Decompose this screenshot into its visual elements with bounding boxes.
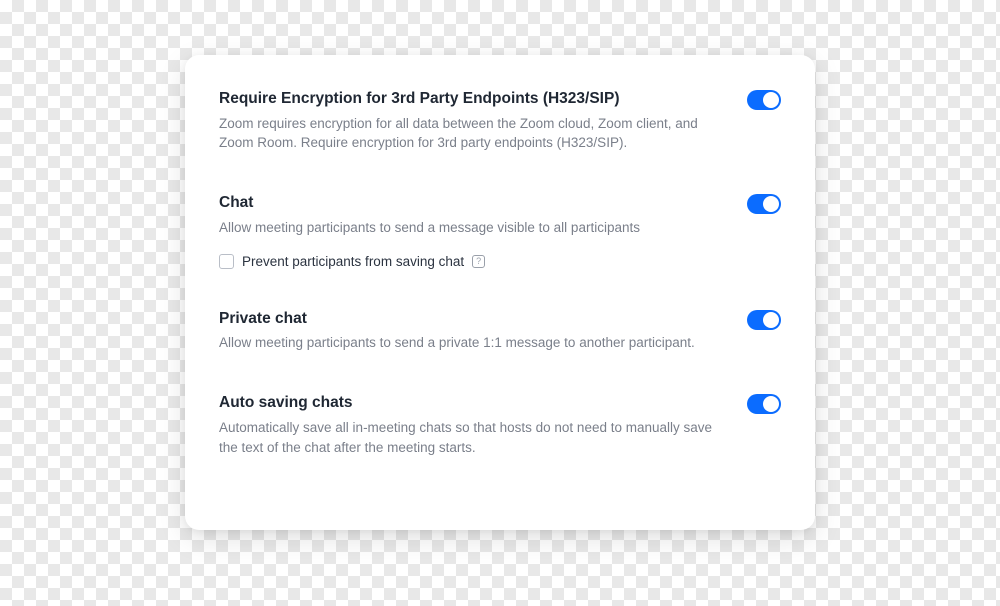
private-chat-toggle[interactable] bbox=[747, 310, 781, 330]
toggle-knob bbox=[763, 312, 779, 328]
setting-description: Automatically save all in-meeting chats … bbox=[219, 418, 717, 457]
setting-chat: Chat Allow meeting participants to send … bbox=[219, 193, 781, 268]
setting-encryption: Require Encryption for 3rd Party Endpoin… bbox=[219, 89, 781, 153]
setting-body: Chat Allow meeting participants to send … bbox=[219, 193, 747, 268]
toggle-knob bbox=[763, 92, 779, 108]
prevent-save-option: Prevent participants from saving chat ? bbox=[219, 254, 717, 269]
setting-private-chat: Private chat Allow meeting participants … bbox=[219, 309, 781, 353]
setting-description: Allow meeting participants to send a mes… bbox=[219, 218, 717, 238]
setting-title: Chat bbox=[219, 193, 717, 214]
setting-title: Private chat bbox=[219, 309, 717, 330]
prevent-save-checkbox[interactable] bbox=[219, 254, 234, 269]
setting-body: Private chat Allow meeting participants … bbox=[219, 309, 747, 353]
prevent-save-label: Prevent participants from saving chat bbox=[242, 254, 464, 269]
auto-save-toggle[interactable] bbox=[747, 394, 781, 414]
setting-auto-save: Auto saving chats Automatically save all… bbox=[219, 393, 781, 457]
info-icon[interactable]: ? bbox=[472, 255, 485, 268]
setting-title: Auto saving chats bbox=[219, 393, 717, 414]
setting-title: Require Encryption for 3rd Party Endpoin… bbox=[219, 89, 717, 110]
setting-description: Zoom requires encryption for all data be… bbox=[219, 114, 717, 153]
toggle-knob bbox=[763, 396, 779, 412]
encryption-toggle[interactable] bbox=[747, 90, 781, 110]
setting-body: Auto saving chats Automatically save all… bbox=[219, 393, 747, 457]
toggle-knob bbox=[763, 196, 779, 212]
setting-description: Allow meeting participants to send a pri… bbox=[219, 333, 717, 353]
setting-body: Require Encryption for 3rd Party Endpoin… bbox=[219, 89, 747, 153]
settings-card: Require Encryption for 3rd Party Endpoin… bbox=[185, 55, 815, 530]
chat-toggle[interactable] bbox=[747, 194, 781, 214]
